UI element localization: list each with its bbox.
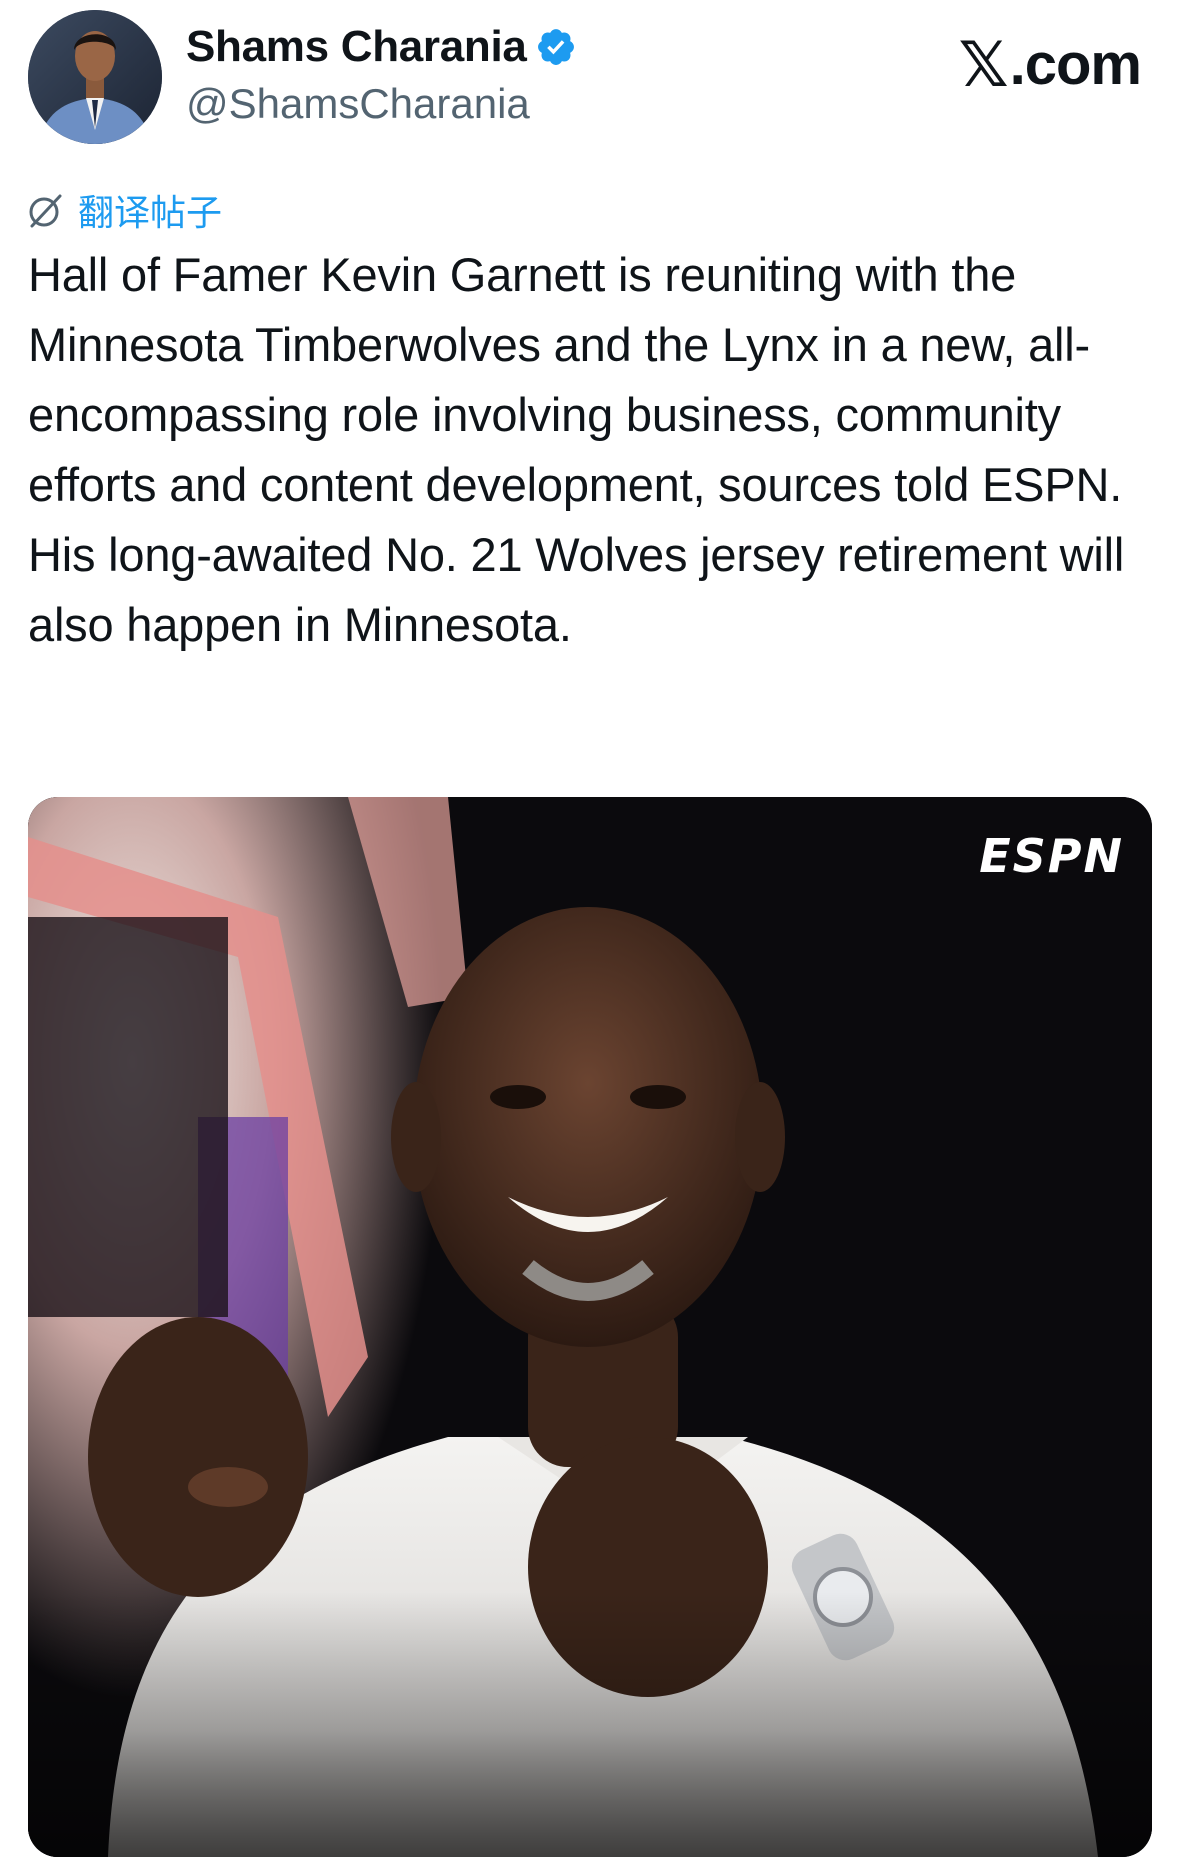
verified-badge-icon bbox=[537, 29, 574, 65]
author-name[interactable]: Shams Charania bbox=[186, 22, 527, 72]
avatar[interactable] bbox=[28, 10, 162, 144]
post-media-image[interactable]: ESPN bbox=[28, 797, 1152, 1857]
x-logo-icon: 𝕏 bbox=[958, 28, 1009, 101]
photo-kevin-garnett bbox=[28, 797, 1152, 1857]
brand-suffix: .com bbox=[1009, 32, 1142, 97]
espn-watermark: ESPN bbox=[979, 829, 1124, 883]
avatar-image bbox=[28, 10, 162, 144]
post-text: Hall of Famer Kevin Garnett is reuniting… bbox=[28, 248, 1125, 651]
translate-icon bbox=[29, 194, 62, 228]
author-handle[interactable]: @ShamsCharania bbox=[186, 80, 530, 128]
translate-label: 翻译帖子 bbox=[78, 193, 223, 234]
x-com-logo: 𝕏 .com bbox=[958, 28, 1142, 101]
translate-post-button[interactable]: 翻译帖子 bbox=[26, 184, 222, 236]
post-header: Shams Charania @ShamsCharania 𝕏 .com bbox=[0, 0, 1179, 160]
author-name-row: Shams Charania bbox=[186, 22, 577, 72]
